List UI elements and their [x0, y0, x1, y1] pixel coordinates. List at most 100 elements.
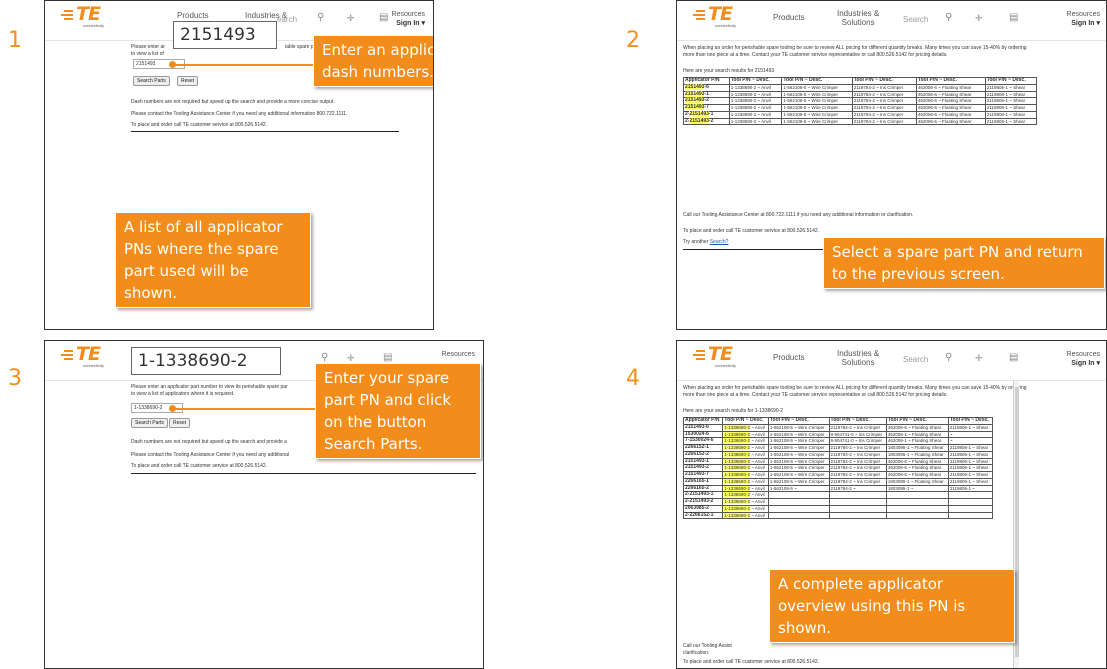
results-table: Applicator P/N Tool P/N ~ Desc. Tool P/N ~… [682, 417, 994, 520]
info-order: To place and order call TE customer serv… [131, 122, 268, 128]
tool-cell: 2119784-2 ~ Ins Crimper [851, 117, 917, 126]
nav-products[interactable]: Products [773, 353, 805, 362]
step-number-3: 3 [8, 366, 22, 391]
highlighted-pn: 1-1338690-2 [724, 499, 750, 504]
tool-cell [947, 491, 994, 499]
spare-part-cell: 1-1338690-2 ~ Anvil [722, 457, 769, 466]
spare-part-cell: 1-1338690-2 ~ Anvil [722, 484, 769, 493]
reset-button[interactable]: Reset [177, 76, 199, 86]
tool-cell: 2119784-2 ~ Ins Crimper [828, 477, 887, 486]
resources-menu[interactable]: Resources [442, 351, 475, 360]
info-contact: Please contact the Tooling Assistance Ce… [131, 452, 290, 458]
te-logo[interactable]: TE connectivity [61, 343, 113, 371]
applicator-pn-cell[interactable]: 2-2266152-1 [682, 511, 724, 520]
search-field[interactable]: Search [903, 15, 928, 24]
te-logo[interactable]: TE connectivity [61, 3, 113, 31]
tool-cell: 1-1338690-2 ~ Anvil [728, 110, 783, 119]
tool-cell: 1-1338690-2 ~ Anvil [728, 83, 783, 92]
te-logo[interactable]: TE connectivity [693, 343, 745, 371]
tool-cell [885, 504, 949, 513]
applicator-pn-cell[interactable]: 2063985-2 [682, 504, 724, 513]
site-header: TE connectivity Products Industries & Sol… [677, 341, 1106, 381]
tool-cell [828, 504, 887, 513]
search-icon[interactable]: ⚲ [317, 12, 324, 23]
tool-cell: 2119784-2 ~ [828, 484, 887, 493]
list-icon[interactable]: ▤ [1009, 12, 1018, 23]
tool-cell: 1-1338690-2 ~ Anvil [728, 97, 783, 105]
tool-cell: 1803095-1 ~ Floating Shear [885, 444, 949, 452]
spare-part-cell: 1-1338690-2 ~ Anvil [722, 491, 769, 499]
highlighted-pn: 1-1338690-2 [724, 492, 750, 498]
applicator-pn-cell[interactable]: 2-2151493-1 [683, 110, 730, 119]
highlighted-pn: 1-1338690-2 [724, 478, 750, 484]
tool-cell: 1803095-1 ~ Floating Shear [885, 450, 949, 459]
tool-cell: 1-562108-5 ~ Wire Crimper [767, 471, 830, 479]
tool-cell: 462006-6 ~ Floating Shear [915, 90, 986, 99]
resources-menu[interactable]: Resources Sign In ▾ [1067, 351, 1100, 369]
footer-order: To place and order call TE customer serv… [683, 228, 820, 234]
cart-icon[interactable]: ✛ [975, 353, 983, 364]
info-dash-numbers: Dash numbers are not required but speed … [131, 439, 287, 445]
divider [131, 131, 399, 132]
footer-assistance: Call our Tooling Assistance Center at 80… [683, 212, 914, 218]
results-label: Here are your search results for 1-13386… [683, 408, 784, 414]
search-parts-button[interactable]: Search Parts [131, 418, 168, 428]
table-row: 2151493-1 1-1338690-2 ~ Anvil 1-562108-5 ~… [682, 457, 994, 466]
table-header: Tool P/N ~ Desc. [728, 77, 783, 85]
tool-cell: 462006-6 ~ Floating Shear [885, 457, 949, 466]
tool-cell: 2119784-2 ~ Ins Crimper [851, 104, 917, 112]
step-number-2: 2 [626, 28, 640, 53]
table-row: 7-1530024-6 1-1338690-2 ~ Anvil 1-562108-5… [682, 437, 994, 445]
tool-cell [767, 511, 830, 520]
tool-cell: 2119806-1 ~ Shear [947, 471, 994, 479]
resources-menu[interactable]: Resources Sign In ▾ [1067, 11, 1100, 29]
nav-products[interactable]: Products [773, 13, 805, 22]
reset-button[interactable]: Reset [169, 418, 191, 428]
tool-cell: 1-562108-5 ~ Wire Crimper [781, 83, 853, 92]
footer-assistance: Call our Tooling Assist clarification. [683, 643, 732, 656]
table-row: 2151493-2 1-1338690-2 ~ Anvil 1-562108-5 ~… [682, 464, 994, 472]
tool-cell: 2119806-1 ~ Shear [984, 117, 1038, 126]
applicator-pn-cell[interactable]: 2-2151493-2 [683, 117, 730, 126]
cart-icon[interactable]: ✛ [975, 13, 983, 24]
tool-cell: 462006-6 ~ Floating Shear [915, 83, 986, 92]
highlighted-pn: 1-1338690-2 [724, 458, 750, 464]
te-logo[interactable]: TE connectivity [693, 3, 745, 31]
list-icon[interactable]: ▤ [1009, 352, 1018, 363]
table-header: Tool P/N ~ Desc. [885, 417, 949, 425]
applicator-pn-cell[interactable]: 2151493-6 [683, 83, 730, 92]
highlighted-pn: 1-1338690-2 [724, 472, 750, 477]
applicator-pn-cell[interactable]: 2151493-6 [682, 423, 724, 432]
tool-cell: 462006-6 ~ Floating Shear [915, 104, 986, 112]
search-parts-button[interactable]: Search Parts [133, 76, 170, 86]
search-field[interactable]: Search [903, 355, 928, 364]
cart-icon[interactable]: ✛ [347, 13, 355, 24]
highlighted-pn: 2151493 [689, 110, 709, 117]
search-again-link[interactable]: Search? [710, 239, 729, 245]
screenshot-panel-1: TE connectivity Products Industries & ea… [44, 0, 434, 330]
search-field[interactable]: earch [277, 15, 297, 24]
intro-text-partial: Please enter ar to view a list of [131, 44, 165, 57]
nav-industries[interactable]: Industries & Solutions [837, 9, 879, 27]
applicator-pn-cell[interactable]: 2266152-2 [682, 450, 724, 459]
search-icon[interactable]: ⚲ [321, 352, 328, 363]
nav-industries[interactable]: Industries & Solutions [837, 349, 879, 367]
applicator-pn-cell[interactable]: 2266165-1 [682, 477, 724, 486]
search-icon[interactable]: ⚲ [945, 352, 952, 363]
spare-part-cell: 1-1338690-2 ~ Anvil [722, 423, 769, 432]
tool-cell: 2119784-2 ~ Ins Crimper [851, 83, 917, 92]
tool-cell: ~ [947, 437, 994, 445]
tool-cell: 2119806-1 ~ Shear [984, 90, 1038, 99]
search-icon[interactable]: ⚲ [945, 12, 952, 23]
tool-cell: 1-562108-5 ~ Wire Crimper [781, 90, 853, 99]
info-contact: Please contact the Tooling Assistance Ce… [131, 111, 348, 117]
screenshot-panel-3: TE connectivity ⚲ ✛ ▤ Resources 1-133869… [44, 340, 484, 669]
tool-cell [767, 491, 830, 499]
zoom-input-value: 2151493 [173, 21, 277, 49]
list-icon[interactable]: ▤ [383, 352, 392, 363]
resources-menu[interactable]: Resources Sign In ▾ [392, 11, 425, 29]
nav-products[interactable]: Products [177, 11, 209, 20]
list-icon[interactable]: ▤ [379, 12, 388, 23]
pricing-notice: When placing an order for perishable spa… [683, 45, 1027, 58]
tool-cell [947, 498, 994, 506]
